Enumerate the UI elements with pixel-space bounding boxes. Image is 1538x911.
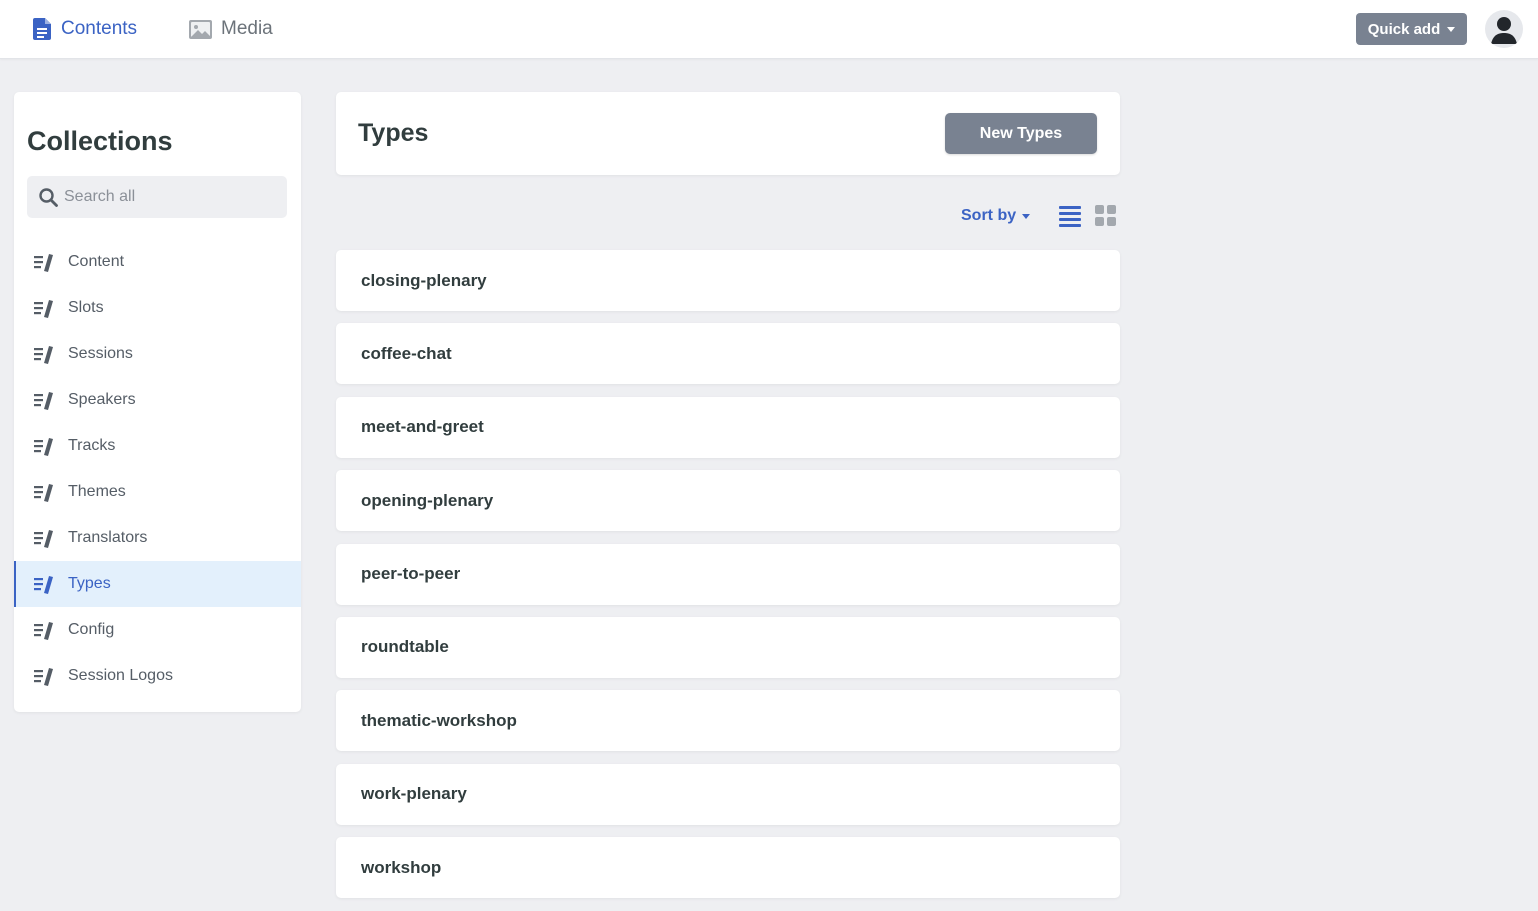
sidebar-item-label: Content xyxy=(68,253,125,270)
collection-icon xyxy=(34,575,53,594)
sort-by-label: Sort by xyxy=(961,207,1017,224)
collection-icon xyxy=(34,299,53,318)
collections-sidebar: Collections Content Slots Sessions Speak… xyxy=(14,92,301,712)
tab-media-label: Media xyxy=(221,18,273,39)
page-title: Types xyxy=(358,119,429,147)
image-icon xyxy=(189,19,212,39)
collection-icon xyxy=(34,437,53,456)
collection-icon xyxy=(34,391,53,410)
sidebar-item-config[interactable]: Config xyxy=(14,607,301,653)
search-input[interactable] xyxy=(64,176,279,218)
user-avatar[interactable] xyxy=(1485,10,1523,48)
top-navigation-bar: Contents Media Quick add xyxy=(0,0,1538,59)
user-icon xyxy=(1491,17,1517,44)
collection-icon xyxy=(34,253,53,272)
sidebar-item-slots[interactable]: Slots xyxy=(14,285,301,331)
sort-by-dropdown[interactable]: Sort by xyxy=(961,205,1031,227)
tab-contents[interactable]: Contents xyxy=(33,0,137,58)
sidebar-item-label: Sessions xyxy=(68,345,133,362)
sidebar-item-translators[interactable]: Translators xyxy=(14,515,301,561)
sidebar-item-tracks[interactable]: Tracks xyxy=(14,423,301,469)
sidebar-item-content[interactable]: Content xyxy=(14,239,301,285)
tab-contents-label: Contents xyxy=(61,18,138,39)
list-item[interactable]: roundtable xyxy=(336,616,1120,678)
sidebar-item-sessions[interactable]: Sessions xyxy=(14,331,301,377)
sidebar-item-label: Types xyxy=(68,575,111,592)
list-view-icon xyxy=(1059,206,1081,227)
sidebar-item-label: Config xyxy=(68,621,115,638)
sidebar-item-label: Tracks xyxy=(68,437,116,454)
sidebar-item-session-logos[interactable]: Session Logos xyxy=(14,653,301,699)
quick-add-label: Quick add xyxy=(1367,20,1441,38)
sidebar-item-label: Translators xyxy=(68,529,148,546)
collection-header: Types New Types xyxy=(336,92,1120,175)
collection-icon xyxy=(34,483,53,502)
sidebar-item-themes[interactable]: Themes xyxy=(14,469,301,515)
document-icon xyxy=(33,18,52,40)
search-box xyxy=(27,176,287,218)
grid-view-icon xyxy=(1095,205,1116,226)
quick-add-button[interactable]: Quick add xyxy=(1356,13,1467,45)
sidebar-item-label: Speakers xyxy=(68,391,136,408)
sidebar-title: Collections xyxy=(27,126,173,156)
list-item[interactable]: peer-to-peer xyxy=(336,543,1120,605)
list-view-button[interactable] xyxy=(1059,205,1081,232)
search-icon xyxy=(39,188,58,212)
list-item[interactable]: closing-plenary xyxy=(336,250,1120,311)
sidebar-item-label: Themes xyxy=(68,483,126,500)
list-item[interactable]: work-plenary xyxy=(336,763,1120,825)
sidebar-item-label: Slots xyxy=(68,299,104,316)
tab-media[interactable]: Media xyxy=(189,0,273,58)
sidebar-item-label: Session Logos xyxy=(68,667,173,684)
sidebar-item-types[interactable]: Types xyxy=(14,561,301,607)
new-entry-button[interactable]: New Types xyxy=(945,113,1097,154)
list-item[interactable]: opening-plenary xyxy=(336,470,1120,532)
caret-down-icon xyxy=(1022,213,1031,219)
list-item[interactable]: meet-and-greet xyxy=(336,396,1120,458)
collection-icon xyxy=(34,621,53,640)
list-item[interactable]: coffee-chat xyxy=(336,323,1120,385)
collection-icon xyxy=(34,667,53,686)
list-item[interactable]: thematic-workshop xyxy=(336,690,1120,752)
collection-icon xyxy=(34,345,53,364)
collections-list: Content Slots Sessions Speakers Tracks T… xyxy=(14,239,301,699)
collection-icon xyxy=(34,529,53,548)
list-item[interactable]: workshop xyxy=(336,837,1120,899)
grid-view-button[interactable] xyxy=(1095,205,1117,232)
sidebar-item-speakers[interactable]: Speakers xyxy=(14,377,301,423)
caret-down-icon xyxy=(1447,26,1456,32)
entries-list: closing-plenary coffee-chat meet-and-gre… xyxy=(336,250,1120,911)
